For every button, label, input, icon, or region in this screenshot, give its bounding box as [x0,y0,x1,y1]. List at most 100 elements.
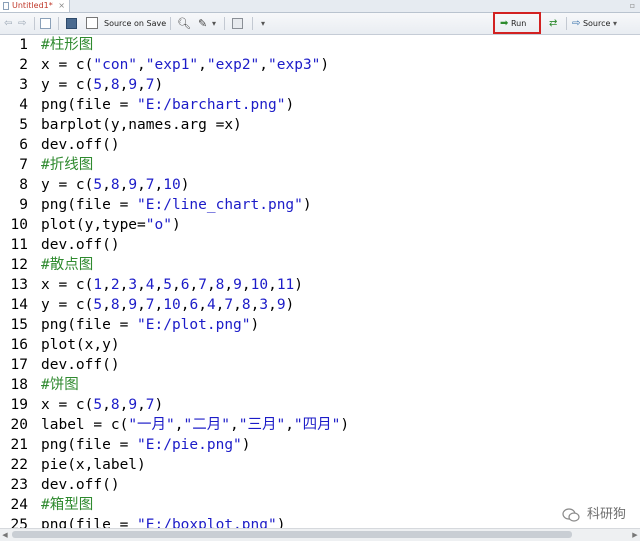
code-line[interactable]: 9 png(file = "E:/line_chart.png") [0,195,640,215]
code-line[interactable]: 24 #箱型图 [0,495,640,515]
line-number: 4 [19,97,28,113]
line-number: 23 [10,477,28,493]
code-line[interactable]: 25 png(file = "E:/boxplot.png") [0,515,640,528]
code-line[interactable]: 4 png(file = "E:/barchart.png") [0,95,640,115]
code-number: 9 [128,177,138,193]
code-number: 3 [259,297,269,313]
code-line[interactable]: 15 png(file = "E:/plot.png") [0,315,640,335]
line-number: 10 [10,217,28,233]
editor-toolbar: ⇦ ⇨ Source on Save 🔍︎ ✎ ▾ ▾ ➡ Run ⇄ ⇨ So… [0,13,640,35]
code-line[interactable]: 12 #散点图 [0,255,640,275]
code-string: "三月" [238,417,286,433]
code-string: "四月" [293,417,341,433]
code-text: dev.off() [41,477,120,493]
scroll-right-icon[interactable]: ▶ [630,529,640,541]
code-line[interactable]: 6 dev.off() [0,135,640,155]
code-text: png(file = "E:/boxplot.png") [41,515,285,528]
code-line[interactable]: 2 x = c("con","exp1","exp2","exp3") [0,55,640,75]
code-string: "E:/pie.png" [137,437,242,453]
code-text: x = c(1,2,3,4,5,6,7,8,9,10,11) [41,277,304,293]
code-string: "E:/plot.png" [137,317,251,333]
forward-arrow-icon[interactable]: ⇨ [18,13,26,34]
code-line[interactable]: 10 plot(y,type="o") [0,215,640,235]
code-tools-dropdown-icon[interactable]: ▾ [212,13,216,34]
line-number: 25 [10,517,28,528]
code-text: barplot(y,names.arg =x) [41,117,242,133]
code-number: 9 [128,77,138,93]
code-text: plot(x,y) [41,337,120,353]
code-number: 11 [276,277,295,293]
code-line[interactable]: 14 y = c(5,8,9,7,10,6,4,7,8,3,9) [0,295,640,315]
compile-report-icon[interactable] [232,18,243,29]
line-number: 18 [10,377,28,393]
line-number: 12 [10,257,28,273]
code-line[interactable]: 5 barplot(y,names.arg =x) [0,115,640,135]
code-line[interactable]: 17 dev.off() [0,355,640,375]
code-comment: #折线图 [41,157,94,173]
scrollbar-thumb[interactable] [12,531,572,538]
scroll-left-icon[interactable]: ◀ [0,529,10,541]
code-number: 7 [224,297,234,313]
line-number: 20 [10,417,28,433]
line-number: 2 [19,57,28,73]
code-comment: #柱形图 [41,37,94,53]
source-on-save-label: Source on Save [104,19,167,28]
code-number: 8 [110,177,120,193]
code-line[interactable]: 18 #饼图 [0,375,640,395]
code-text: png(file = "E:/pie.png") [41,437,251,453]
line-number: 21 [10,437,28,453]
code-line[interactable]: 16 plot(x,y) [0,335,640,355]
code-number: 9 [276,297,286,313]
code-line[interactable]: 19 x = c(5,8,9,7) [0,395,640,415]
collapse-pane-icon[interactable]: ▫ [628,0,637,11]
code-string: "E:/boxplot.png" [137,517,277,528]
back-arrow-icon[interactable]: ⇦ [4,13,12,34]
code-tools-wand-icon[interactable]: ✎ [198,13,207,34]
code-text: dev.off() [41,137,120,153]
code-number: 9 [128,397,138,413]
code-line[interactable]: 7 #折线图 [0,155,640,175]
code-line[interactable]: 11 dev.off() [0,235,640,255]
watermark-text: 科研狗 [586,507,626,522]
source-button[interactable]: ⇨ Source ▾ [572,13,617,34]
code-number: 8 [241,297,251,313]
toolbar-divider [34,17,35,30]
code-string: "exp2" [206,57,260,73]
code-text: png(file = "E:/plot.png") [41,317,260,333]
code-text: #折线图 [41,155,93,175]
code-line[interactable]: 23 dev.off() [0,475,640,495]
code-editor[interactable]: 1 #柱形图 2 x = c("con","exp1","exp2","exp3") 3… [0,35,640,528]
horizontal-scrollbar[interactable]: ◀ ▶ [0,528,640,541]
search-icon[interactable]: 🔍︎ [177,13,191,34]
line-number: 16 [10,337,28,353]
code-text: y = c(5,8,9,7) [41,77,164,93]
code-line[interactable]: 21 png(file = "E:/pie.png") [0,435,640,455]
code-line[interactable]: 8y = c(5,8,9,7,10) [0,175,640,195]
line-number: 13 [10,277,28,293]
code-number: 5 [93,77,103,93]
source-button-label: Source [582,19,611,28]
code-number: 7 [145,177,155,193]
code-line[interactable]: 13 x = c(1,2,3,4,5,6,7,8,9,10,11) [0,275,640,295]
code-line[interactable]: 22 pie(x,label) [0,455,640,475]
save-icon[interactable] [66,18,77,29]
show-in-window-icon[interactable] [40,18,51,29]
code-text: x = c("con","exp1","exp2","exp3") [41,57,330,73]
rerun-icon[interactable]: ⇄ [549,13,557,34]
toolbar-divider [58,17,59,30]
code-line[interactable]: 1 #柱形图 [0,35,640,55]
source-on-save-checkbox[interactable] [86,17,98,29]
line-number: 8 [19,177,28,193]
line-number: 6 [19,137,28,153]
code-text: pie(x,label) [41,457,146,473]
code-text: #散点图 [41,255,93,275]
code-number: 4 [206,297,216,313]
code-number: 8 [110,297,120,313]
code-number: 7 [198,277,207,293]
close-icon[interactable]: × [58,1,65,10]
code-line[interactable]: 3 y = c(5,8,9,7) [0,75,640,95]
tab-untitled1[interactable]: Untitled1* × [0,0,70,12]
code-line[interactable]: 20 label = c("一月","二月","三月","四月") [0,415,640,435]
code-number: 7 [145,397,155,413]
more-dropdown-icon[interactable]: ▾ [261,13,265,34]
